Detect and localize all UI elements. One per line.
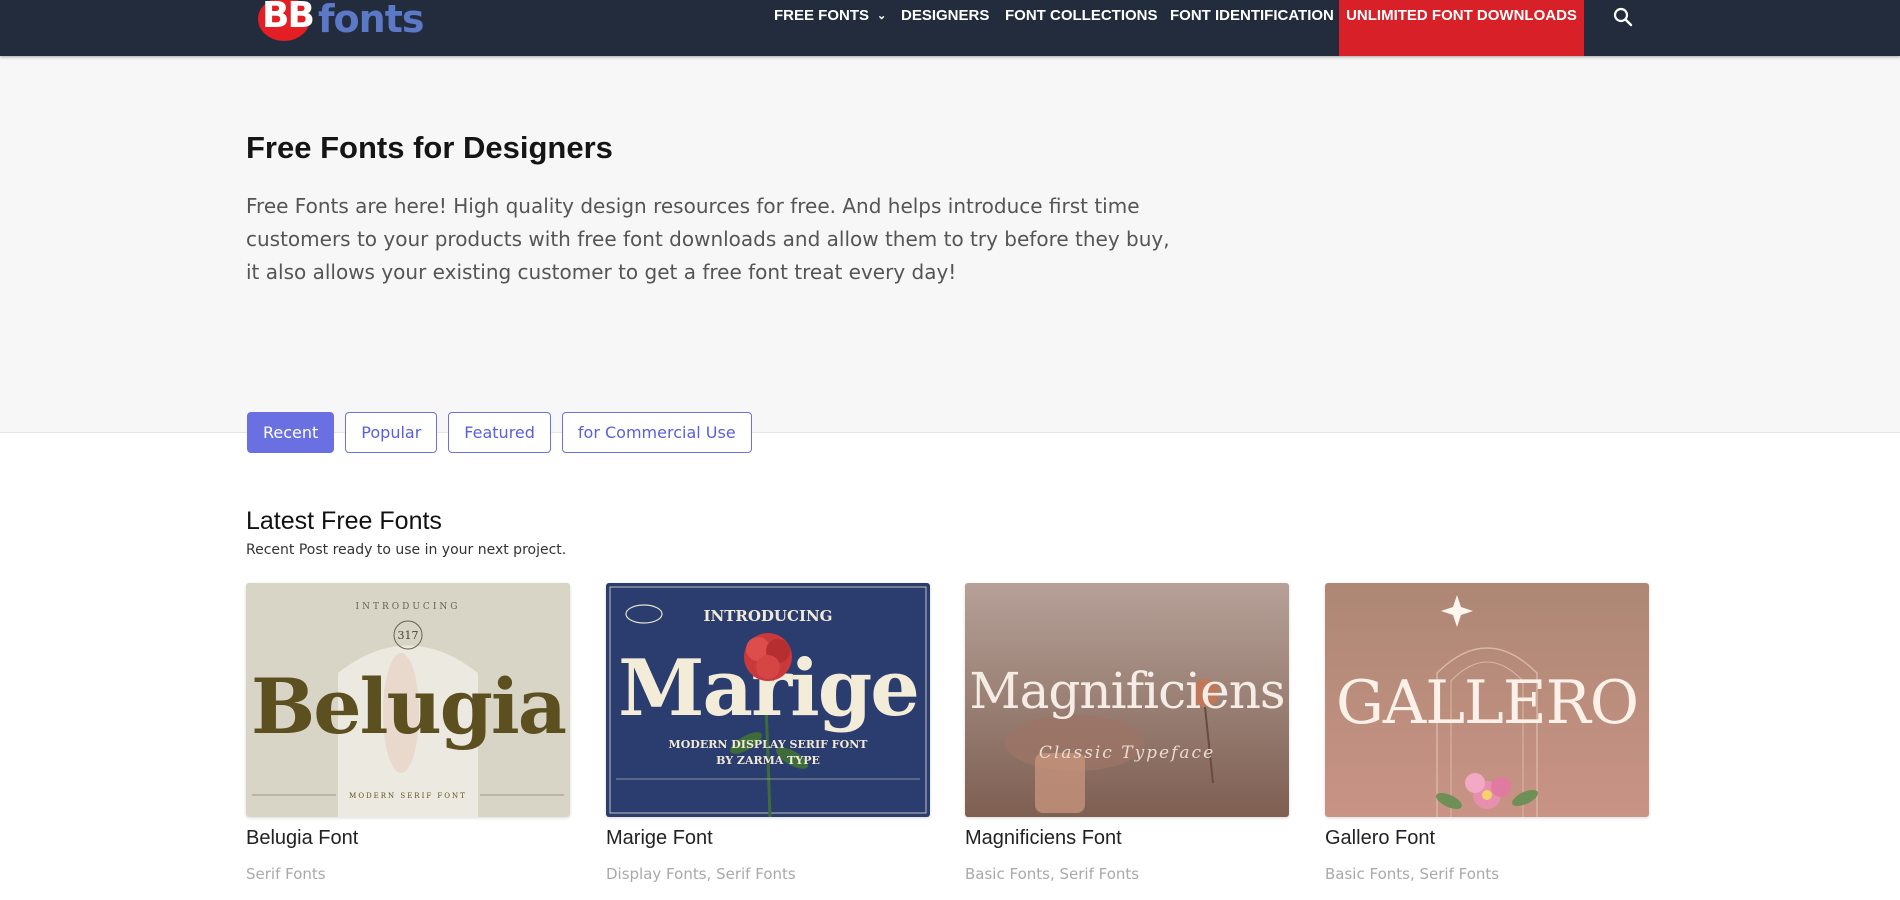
nav-font-identification[interactable]: FONT IDENTIFICATION [1170, 0, 1334, 32]
thumb-line2: BY ZARMA TYPE [716, 754, 820, 767]
font-thumbnail[interactable]: INTRODUCING Marige MODERN DISPLAY SERIF … [606, 583, 930, 817]
font-title[interactable]: Belugia Font [246, 827, 358, 850]
nav-font-collections[interactable]: FONT COLLECTIONS [1005, 0, 1158, 32]
font-categories: Serif Fonts [246, 865, 326, 883]
search-icon[interactable] [1612, 6, 1634, 28]
category-link[interactable]: Serif Fonts [246, 865, 326, 883]
font-thumbnail[interactable]: Magnificiens Classic Typeface [965, 583, 1289, 817]
hero-section: Free Fonts for Designers Free Fonts are … [0, 56, 1900, 433]
section-subtitle: Recent Post ready to use in your next pr… [246, 542, 567, 558]
thumb-top-text: INTRODUCING [704, 607, 833, 625]
thumb-badge: 317 [398, 629, 419, 642]
filter-tabs: Recent Popular Featured for Commercial U… [247, 412, 763, 453]
tab-featured[interactable]: Featured [448, 412, 551, 453]
thumb-word: GALLERO [1336, 668, 1638, 738]
logo-mark: BB [256, 0, 316, 43]
font-categories: Basic Fonts, Serif Fonts [965, 865, 1140, 883]
nav-free-fonts[interactable]: FREE FONTS ⌄ [774, 0, 886, 32]
thumb-sub: Classic Typeface [1039, 743, 1215, 763]
page-title: Free Fonts for Designers [246, 130, 613, 165]
section-title: Latest Free Fonts [246, 507, 442, 535]
thumb-word: Magnificiens [969, 662, 1284, 720]
thumb-line1: MODERN DISPLAY SERIF FONT [669, 738, 869, 751]
category-link[interactable]: Serif Fonts [716, 865, 796, 883]
tab-recent[interactable]: Recent [247, 412, 335, 453]
tab-commercial-use[interactable]: for Commercial Use [561, 412, 752, 453]
font-title[interactable]: Magnificiens Font [965, 827, 1122, 850]
hero-description: Free Fonts are here! High quality design… [246, 194, 1170, 284]
font-card[interactable]: GALLERO Gallero Font Basic Fonts, Serif … [1325, 583, 1649, 883]
font-title[interactable]: Gallero Font [1325, 827, 1435, 850]
nav-unlimited-downloads[interactable]: UNLIMITED FONT DOWNLOADS [1339, 0, 1584, 56]
font-thumbnail[interactable]: INTRODUCING 317 Belugia MODERN SERIF FON… [246, 583, 570, 817]
top-navigation-bar: BB fonts FREE FONTS ⌄ DESIGNERS FONT COLL… [0, 0, 1900, 56]
nav-designers[interactable]: DESIGNERS [901, 0, 989, 32]
tab-popular[interactable]: Popular [345, 412, 438, 453]
category-link[interactable]: Serif Fonts [1060, 865, 1140, 883]
font-card[interactable]: Magnificiens Classic Typeface Magnificie… [965, 583, 1289, 883]
site-logo[interactable]: BB fonts [256, 0, 424, 44]
chevron-down-icon: ⌄ [877, 10, 887, 22]
font-title[interactable]: Marige Font [606, 827, 713, 850]
category-link[interactable]: Serif Fonts [1420, 865, 1500, 883]
category-link[interactable]: Basic Fonts [1325, 865, 1410, 883]
font-thumbnail[interactable]: GALLERO [1325, 583, 1649, 817]
thumb-top-text: INTRODUCING [356, 602, 461, 612]
thumb-bottom-text: MODERN SERIF FONT [349, 792, 467, 800]
thumb-word: Belugia [251, 662, 566, 751]
logo-wordmark: fonts [318, 0, 424, 41]
nav-free-fonts-label: FREE FONTS [774, 7, 870, 24]
font-card[interactable]: INTRODUCING Marige MODERN DISPLAY SERIF … [606, 583, 930, 883]
font-card[interactable]: INTRODUCING 317 Belugia MODERN SERIF FON… [246, 583, 570, 883]
font-categories: Display Fonts, Serif Fonts [606, 865, 796, 883]
category-link[interactable]: Display Fonts [606, 865, 707, 883]
font-categories: Basic Fonts, Serif Fonts [1325, 865, 1500, 883]
category-link[interactable]: Basic Fonts [965, 865, 1050, 883]
